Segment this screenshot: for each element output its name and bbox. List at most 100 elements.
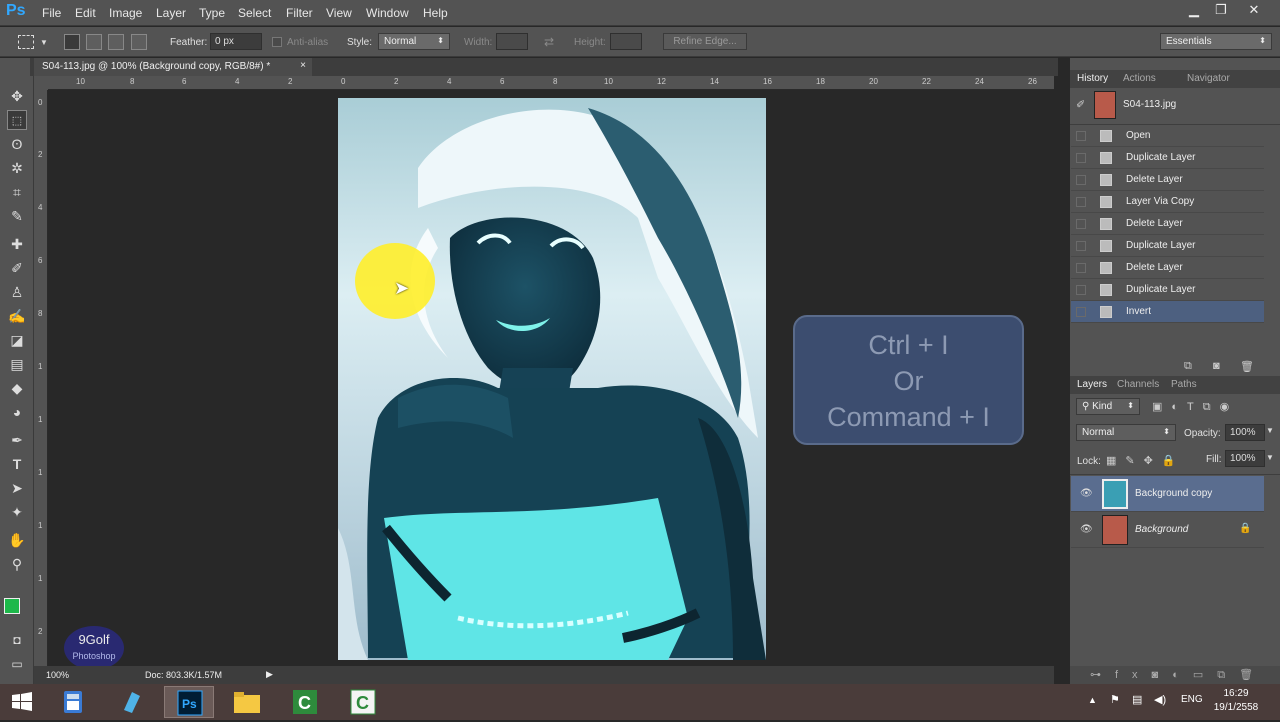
brush-tool-icon[interactable]: ✐ [7, 258, 27, 278]
chevron-down-icon[interactable]: ▼ [40, 38, 48, 47]
menu-file[interactable]: File [42, 6, 61, 20]
workspace-select[interactable]: Essentials ⬍ [1160, 33, 1272, 50]
swap-icon[interactable]: ⇄ [544, 35, 554, 49]
tab-actions[interactable]: Actions [1123, 73, 1156, 84]
tab-channels[interactable]: Channels [1117, 379, 1159, 390]
pen-tool-icon[interactable]: ✒ [7, 430, 27, 450]
close-button[interactable]: ✕ [1240, 2, 1268, 20]
menu-image[interactable]: Image [109, 6, 142, 20]
eyedropper-tool-icon[interactable]: ✎ [7, 206, 27, 226]
chevron-down-icon[interactable]: ▼ [1266, 426, 1274, 435]
calculator-icon[interactable] [48, 686, 98, 718]
history-item[interactable]: Open [1071, 125, 1264, 147]
dodge-tool-icon[interactable]: ◕ [7, 402, 27, 422]
layer-filter-select[interactable]: ⚲ Kind ⬍ [1076, 398, 1140, 415]
trash-icon[interactable]: 🗑 [1240, 360, 1254, 373]
path-selection-tool-icon[interactable]: ➤ [7, 478, 27, 498]
layer-name[interactable]: Background copy [1135, 488, 1212, 499]
intersect-selection-icon[interactable] [131, 34, 147, 50]
move-tool-icon[interactable]: ✥ [7, 86, 27, 106]
history-brush-tool-icon[interactable]: ✍ [7, 306, 27, 326]
menu-filter[interactable]: Filter [286, 6, 313, 20]
layers-footer-icons[interactable]: ⊶fx◙◐▭⧉🗑 [1070, 666, 1280, 684]
inverted-photo[interactable] [338, 98, 766, 660]
add-selection-icon[interactable] [86, 34, 102, 50]
foreground-color-swatch[interactable] [4, 598, 20, 614]
width-input[interactable] [496, 33, 528, 50]
chevron-down-icon[interactable]: ▼ [1266, 453, 1274, 462]
camtasia-icon[interactable]: C [280, 686, 330, 718]
windows-start-icon[interactable] [2, 686, 52, 718]
menu-help[interactable]: Help [423, 6, 448, 20]
opacity-input[interactable]: 100% [1225, 424, 1265, 441]
horizontal-ruler[interactable]: 10 8 6 4 2 0 2 4 6 8 10 12 14 16 18 20 2… [48, 76, 1054, 90]
file-explorer-icon[interactable] [222, 686, 272, 718]
menu-layer[interactable]: Layer [156, 6, 186, 20]
blur-tool-icon[interactable]: ◆ [7, 378, 27, 398]
history-source-checkbox[interactable] [1076, 307, 1086, 317]
menu-edit[interactable]: Edit [75, 6, 96, 20]
eye-icon[interactable]: 👁 [1080, 488, 1093, 499]
history-source-checkbox[interactable] [1076, 263, 1086, 273]
document-tab[interactable]: S04-113.jpg @ 100% (Background copy, RGB… [34, 58, 312, 76]
camtasia-recorder-icon[interactable]: C [338, 686, 388, 718]
volume-icon[interactable]: ◀) [1154, 693, 1166, 706]
vertical-ruler[interactable]: 0 2 4 6 8 1 1 1 1 1 2 [34, 90, 48, 666]
screen-mode-icon[interactable]: ▭ [7, 654, 27, 674]
snapshot-thumbnail[interactable] [1094, 91, 1116, 119]
history-source-checkbox[interactable] [1076, 153, 1086, 163]
lasso-tool-icon[interactable]: ʘ [7, 134, 27, 154]
history-brush-source-icon[interactable]: ✐ [1076, 98, 1085, 111]
layer-row-background[interactable]: 👁 Background 🔒 [1071, 512, 1264, 548]
hand-tool-icon[interactable]: ✋ [7, 530, 27, 550]
subtract-selection-icon[interactable] [108, 34, 124, 50]
history-item[interactable]: Delete Layer [1071, 169, 1264, 191]
tab-history[interactable]: History [1077, 73, 1108, 84]
fill-input[interactable]: 100% [1225, 450, 1265, 467]
close-tab-icon[interactable]: × [300, 60, 306, 71]
type-tool-icon[interactable]: T [7, 454, 27, 474]
photoshop-taskbar-icon[interactable]: Ps [164, 686, 214, 718]
history-item[interactable]: Delete Layer [1071, 257, 1264, 279]
restore-button[interactable]: ❐ [1207, 2, 1235, 20]
history-source-checkbox[interactable] [1076, 285, 1086, 295]
healing-brush-tool-icon[interactable]: ✚ [7, 234, 27, 254]
history-item[interactable]: Duplicate Layer [1071, 279, 1264, 301]
layer-name[interactable]: Background [1135, 524, 1188, 535]
blend-mode-select[interactable]: Normal ⬍ [1076, 424, 1176, 441]
menu-select[interactable]: Select [238, 6, 271, 20]
history-source-checkbox[interactable] [1076, 219, 1086, 229]
lock-icons[interactable]: ▦✎✥🔒 [1106, 454, 1185, 467]
tab-layers[interactable]: Layers [1077, 379, 1107, 390]
new-selection-icon[interactable] [64, 34, 80, 50]
menu-window[interactable]: Window [366, 6, 409, 20]
history-item-selected[interactable]: Invert [1071, 301, 1264, 323]
status-menu-arrow-icon[interactable]: ▶ [266, 669, 273, 680]
zoom-level[interactable]: 100% [46, 670, 69, 680]
zoom-tool-icon[interactable]: ⚲ [7, 554, 27, 574]
refine-edge-button[interactable]: Refine Edge... [663, 33, 747, 50]
quick-mask-icon[interactable]: ◘ [7, 630, 27, 650]
history-item[interactable]: Duplicate Layer [1071, 147, 1264, 169]
crop-tool-icon[interactable]: ⌗ [7, 182, 27, 202]
shape-tool-icon[interactable]: ✦ [7, 502, 27, 522]
camera-icon[interactable]: ◙ [1213, 360, 1220, 372]
new-document-from-state-icon[interactable]: ⧉ [1184, 360, 1192, 373]
minimize-button[interactable]: ▁ [1180, 2, 1208, 20]
tray-expand-icon[interactable]: ▲ [1088, 695, 1097, 705]
gradient-tool-icon[interactable]: ▤ [7, 354, 27, 374]
magic-wand-tool-icon[interactable]: ✲ [7, 158, 27, 178]
layer-row-background-copy[interactable]: 👁 Background copy [1071, 476, 1264, 512]
network-icon[interactable]: ▤ [1132, 693, 1142, 706]
history-item[interactable]: Delete Layer [1071, 213, 1264, 235]
history-source-checkbox[interactable] [1076, 131, 1086, 141]
clock[interactable]: 16:29 19/1/2558 [1200, 687, 1272, 715]
snapshot-name[interactable]: S04-113.jpg [1123, 99, 1176, 110]
height-input[interactable] [610, 33, 642, 50]
menu-type[interactable]: Type [199, 6, 225, 20]
style-select[interactable]: Normal ⬍ [378, 33, 450, 50]
history-source-checkbox[interactable] [1076, 241, 1086, 251]
blue-app-icon[interactable] [106, 686, 156, 718]
tab-navigator[interactable]: Navigator [1187, 73, 1230, 84]
clone-stamp-tool-icon[interactable]: ♙ [7, 282, 27, 302]
